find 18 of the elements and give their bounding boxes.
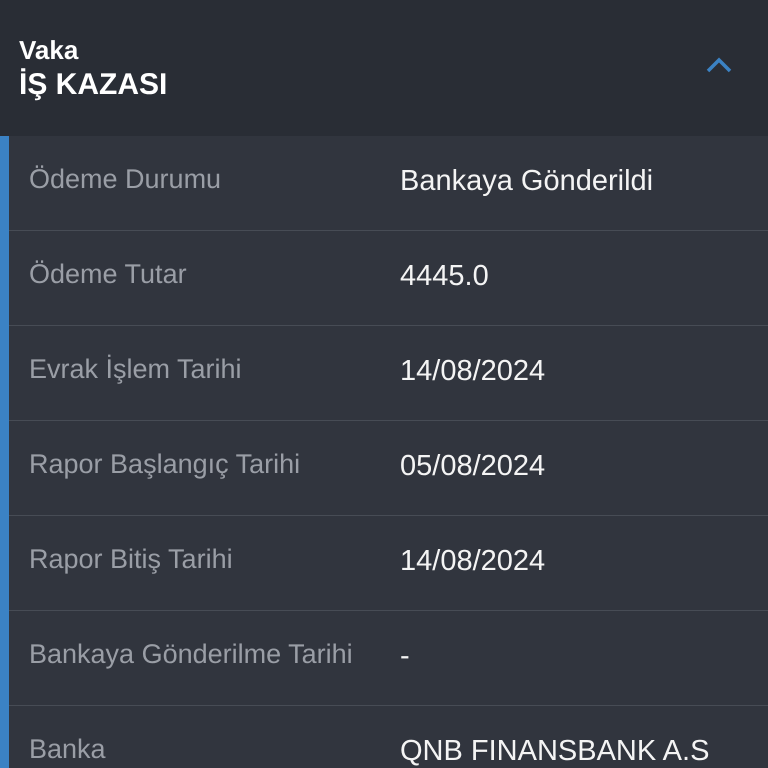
field-value: 14/08/2024	[400, 545, 546, 578]
chevron-icon[interactable]	[706, 57, 732, 73]
field-label: Ödeme Durumu	[29, 164, 222, 195]
field-value: -	[400, 640, 410, 673]
field-value: 05/08/2024	[400, 450, 546, 483]
field-value: QNB FINANSBANK A.S	[400, 735, 710, 768]
field-value: Bankaya Gönderildi	[400, 165, 654, 198]
field-label: Bankaya Gönderilme Tarihi	[29, 639, 354, 670]
field-value: 4445.0	[400, 260, 489, 293]
field-label: Rapor Başlangıç Tarihi	[29, 449, 302, 480]
field-label: Banka	[29, 734, 107, 765]
section-header[interactable]: Vaka İŞ KAZASI	[0, 0, 768, 136]
section-title: İŞ KAZASI	[19, 68, 168, 102]
field-label: Evrak İşlem Tarihi	[29, 354, 243, 385]
field-label: Rapor Bitiş Tarihi	[29, 544, 234, 575]
field-value: 14/08/2024	[400, 355, 546, 388]
section-label: Vaka	[19, 34, 80, 66]
field-label: Ödeme Tutar	[29, 259, 188, 290]
